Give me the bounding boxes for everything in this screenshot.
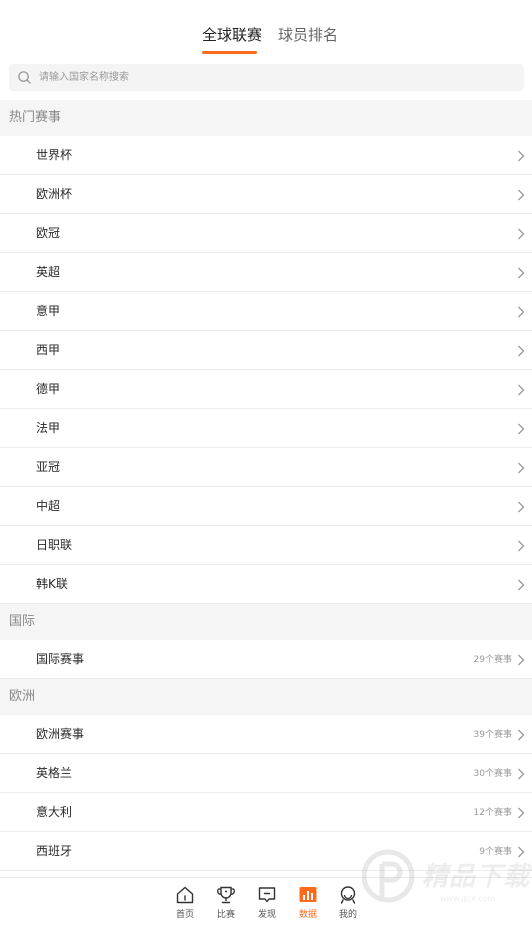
nav-profile[interactable]: 我的	[328, 883, 368, 925]
chevron-right-icon	[518, 267, 525, 279]
chevron-right-icon	[518, 228, 525, 240]
chevron-right-icon	[518, 807, 525, 819]
nav-data[interactable]: 数据	[288, 883, 328, 925]
event-count: 30个赛事	[473, 769, 512, 779]
list-item[interactable]: 欧洲赛事 39个赛事	[0, 715, 532, 754]
data-chart-icon	[299, 887, 317, 902]
list-item-label: 亚冠	[36, 460, 61, 474]
list-item[interactable]: 欧洲杯	[0, 175, 532, 214]
chevron-right-icon	[518, 729, 525, 741]
list-item[interactable]: 日职联	[0, 526, 532, 565]
active-tab-indicator	[202, 51, 257, 54]
list-item-label: 西班牙	[36, 844, 73, 858]
chevron-right-icon	[518, 579, 525, 591]
chevron-right-icon	[518, 501, 525, 513]
chevron-right-icon	[518, 189, 525, 201]
chevron-right-icon	[518, 768, 525, 780]
list-item[interactable]: 韩K联	[0, 565, 532, 604]
section-header-international: 国际	[0, 604, 532, 640]
list-item[interactable]: 法甲	[0, 409, 532, 448]
section-title: 国际	[9, 614, 36, 629]
list-item[interactable]: 英格兰 30个赛事	[0, 754, 532, 793]
event-count: 29个赛事	[473, 655, 512, 665]
list-item-label: 意大利	[36, 805, 73, 819]
nav-discover[interactable]: 发现	[247, 883, 287, 925]
nav-label: 我的	[338, 910, 357, 920]
list-item-label: 世界杯	[36, 148, 73, 162]
list-item[interactable]: 英超	[0, 253, 532, 292]
section-title: 热门赛事	[9, 110, 62, 125]
nav-home[interactable]: 首页	[165, 883, 205, 925]
section-header-hot: 热门赛事	[0, 100, 532, 136]
chevron-right-icon	[518, 462, 525, 474]
list-item-label: 英超	[36, 265, 61, 279]
list-item[interactable]: 欧冠	[0, 214, 532, 253]
list-item-label: 西甲	[36, 343, 61, 357]
tab-player-rankings[interactable]: 球员排名	[278, 25, 338, 45]
chevron-right-icon	[518, 654, 525, 666]
profile-icon	[340, 886, 356, 904]
chevron-right-icon	[518, 846, 525, 858]
search-bar	[9, 64, 524, 91]
nav-matches[interactable]: 比赛	[206, 883, 246, 925]
chevron-right-icon	[518, 150, 525, 162]
list-item-label: 欧洲赛事	[36, 727, 85, 741]
nav-label: 首页	[175, 910, 194, 920]
search-icon	[18, 71, 31, 84]
bottom-nav-bar: 首页 比赛 发现 数据 我的	[0, 877, 532, 925]
top-tab-bar: 全球联赛 球员排名	[0, 0, 532, 60]
chevron-right-icon	[518, 423, 525, 435]
nav-label: 发现	[257, 910, 276, 920]
list-item-label: 欧冠	[36, 226, 61, 240]
list-item[interactable]: 国际赛事 29个赛事	[0, 640, 532, 679]
list-item-label: 意甲	[36, 304, 61, 318]
list-item-label: 日职联	[36, 538, 73, 552]
chevron-right-icon	[518, 384, 525, 396]
event-count: 12个赛事	[473, 808, 512, 818]
home-icon	[176, 886, 194, 904]
section-title: 欧洲	[9, 689, 36, 704]
chevron-right-icon	[518, 345, 525, 357]
event-count: 39个赛事	[473, 730, 512, 740]
trophy-icon	[217, 886, 235, 904]
chevron-right-icon	[518, 306, 525, 318]
list-item[interactable]: 德甲	[0, 370, 532, 409]
section-header-europe: 欧洲	[0, 679, 532, 715]
list-item-label: 德甲	[36, 382, 61, 396]
list-item[interactable]: 亚冠	[0, 448, 532, 487]
list-item-label: 国际赛事	[36, 652, 85, 666]
nav-label: 比赛	[216, 910, 235, 920]
list-item-label: 韩K联	[36, 577, 68, 591]
search-input[interactable]	[39, 64, 509, 91]
list-item[interactable]: 中超	[0, 487, 532, 526]
list-item-label: 欧洲杯	[36, 187, 73, 201]
chevron-right-icon	[518, 540, 525, 552]
list-item[interactable]: 西甲	[0, 331, 532, 370]
discover-icon	[258, 887, 276, 903]
tab-global-leagues[interactable]: 全球联赛	[202, 25, 262, 45]
list-item[interactable]: 世界杯	[0, 136, 532, 175]
list-item[interactable]: 西班牙 9个赛事	[0, 832, 532, 871]
list-item-label: 英格兰	[36, 766, 73, 780]
nav-label: 数据	[298, 910, 317, 920]
event-count: 9个赛事	[479, 847, 512, 857]
list-item[interactable]: 意甲	[0, 292, 532, 331]
list-item-label: 法甲	[36, 421, 61, 435]
list-item[interactable]: 意大利 12个赛事	[0, 793, 532, 832]
list-item-label: 中超	[36, 499, 61, 513]
